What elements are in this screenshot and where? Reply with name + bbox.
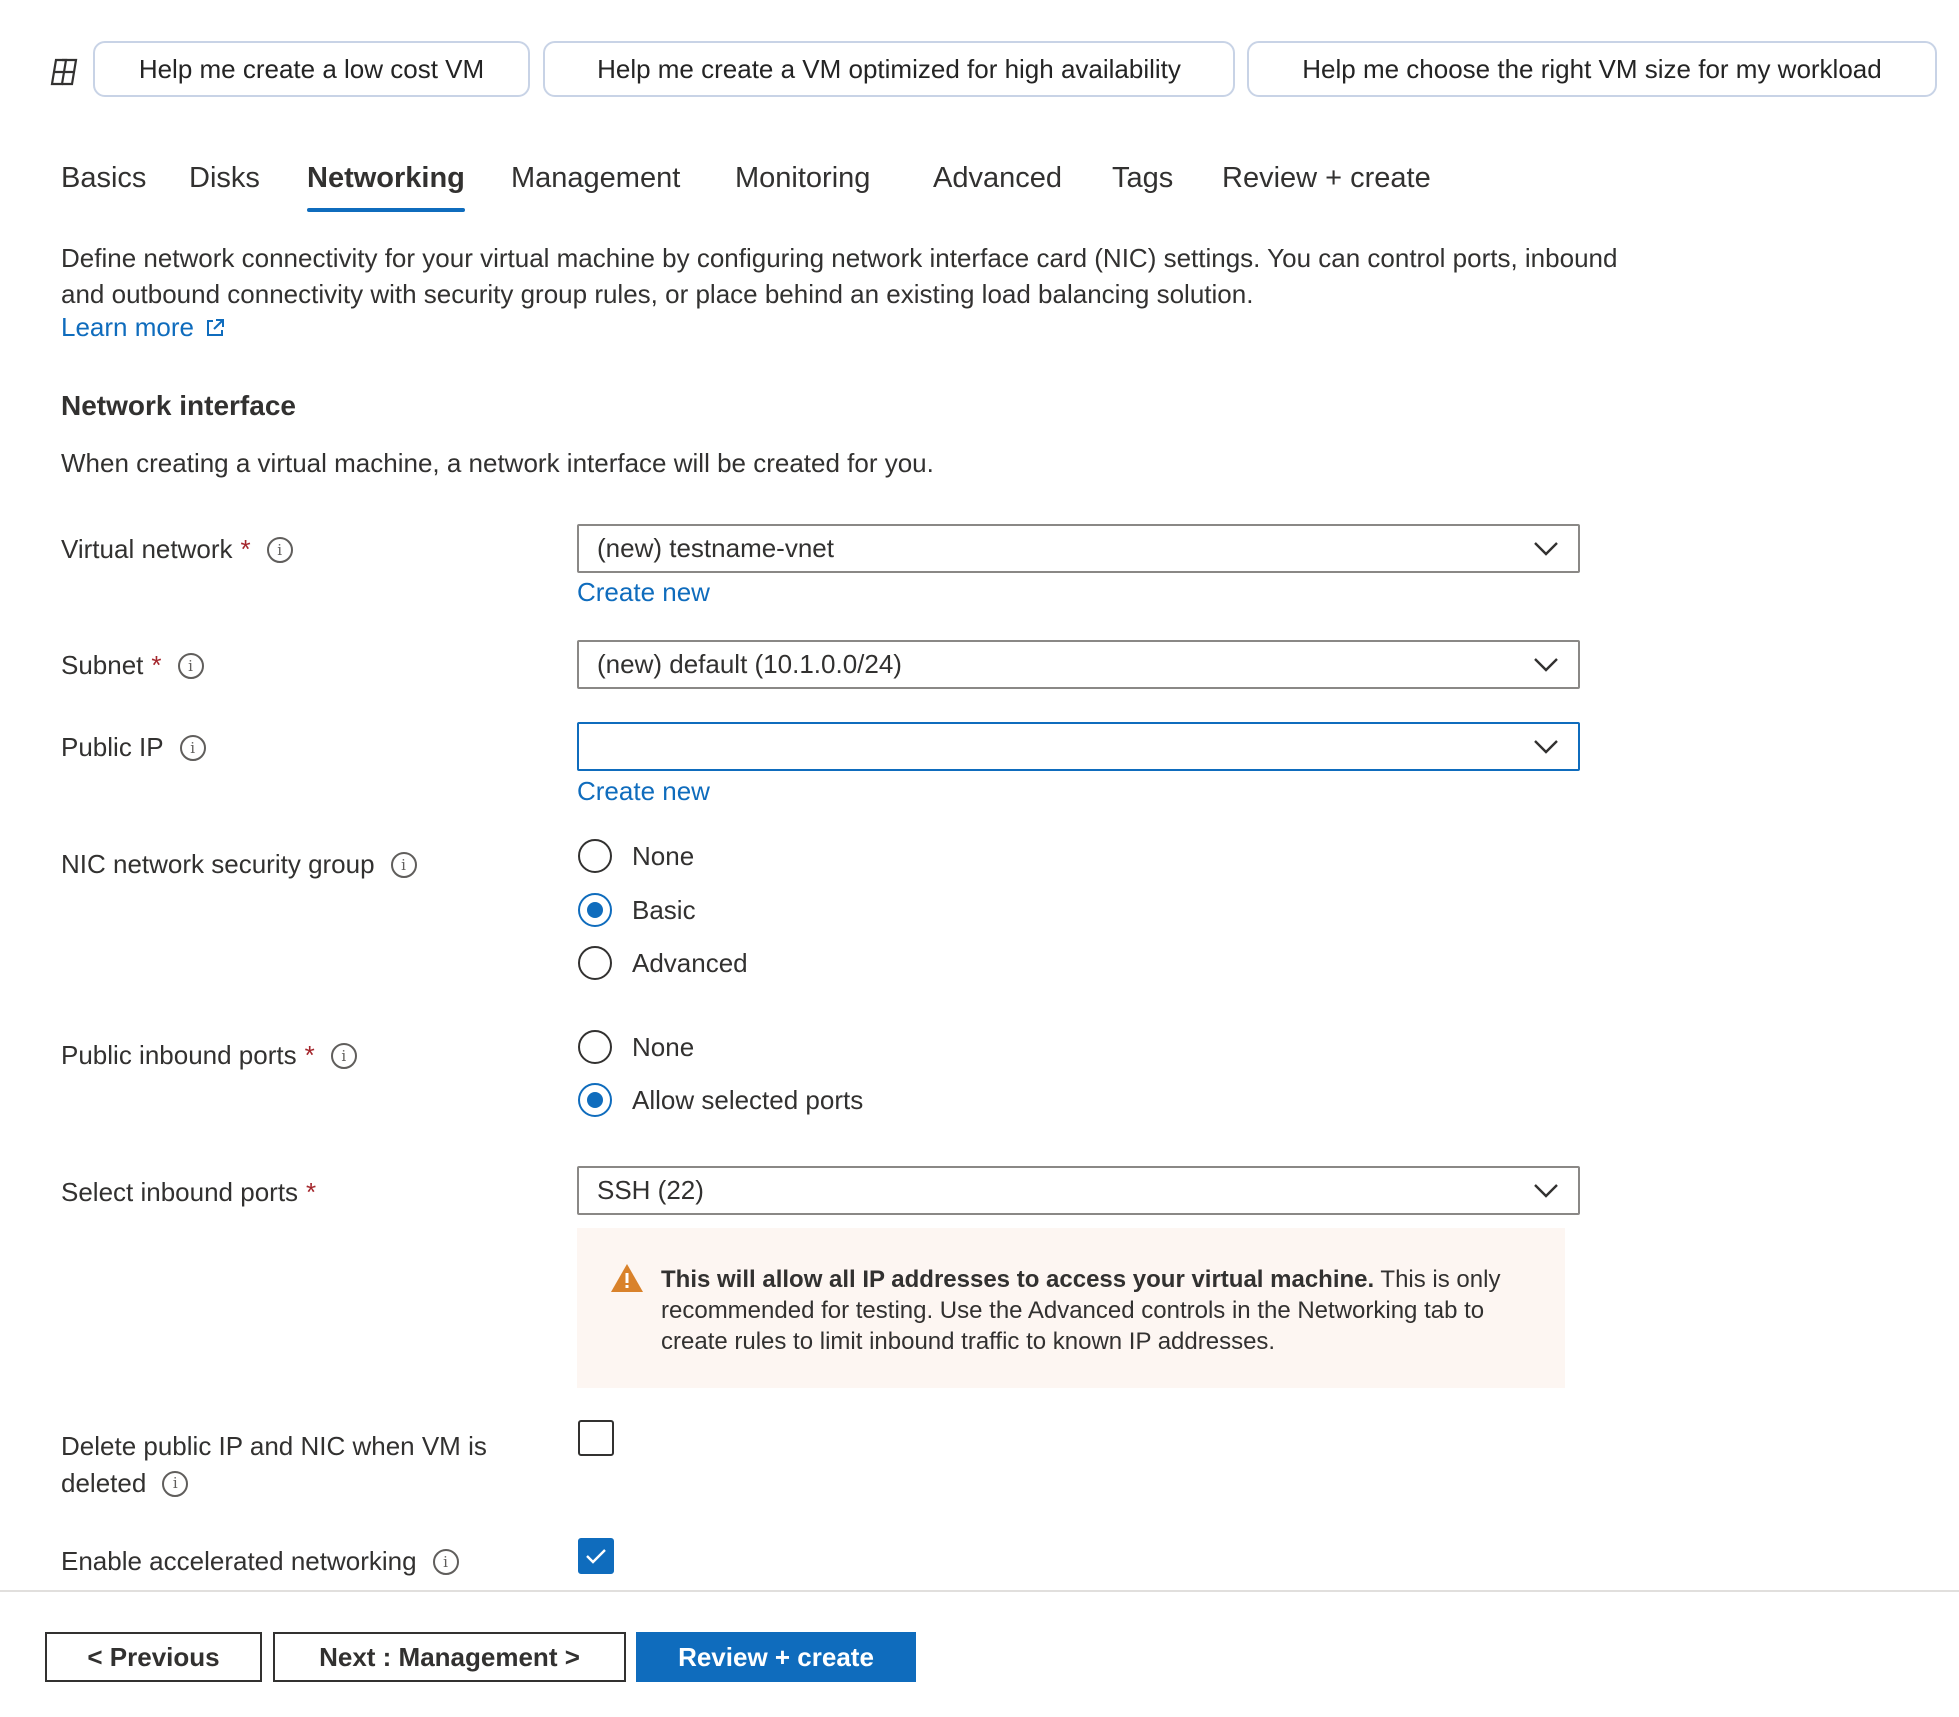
radio-circle[interactable] (578, 839, 612, 873)
tab-networking[interactable]: Networking (307, 154, 465, 212)
warning-icon (611, 1264, 643, 1292)
radio-label: Allow selected ports (632, 1084, 864, 1115)
warning-banner: This will allow all IP addresses to acce… (577, 1228, 1565, 1388)
virtual-network-label: Virtual network * i (61, 534, 293, 565)
chevron-down-icon (1534, 542, 1558, 556)
accelerated-networking-checkbox[interactable] (578, 1538, 614, 1574)
create-new-vnet-link[interactable]: Create new (577, 577, 710, 608)
nic-nsg-radio-none[interactable]: None (578, 839, 694, 873)
info-icon[interactable]: i (330, 1042, 357, 1069)
tab-basics[interactable]: Basics (61, 154, 146, 212)
radio-circle[interactable] (578, 1030, 612, 1064)
required-marker: * (151, 650, 162, 680)
select-inbound-ports-value: SSH (22) (597, 1175, 704, 1205)
tab-management[interactable]: Management (511, 154, 680, 212)
nic-nsg-label: NIC network security group i (61, 849, 417, 880)
delete-public-ip-checkbox[interactable] (578, 1420, 614, 1456)
public-inbound-ports-label-text: Public inbound ports (61, 1040, 297, 1070)
chevron-down-icon (1534, 658, 1558, 672)
checkmark-icon (586, 1549, 606, 1564)
radio-label: None (632, 840, 695, 871)
radio-circle[interactable] (578, 893, 612, 927)
learn-more-label: Learn more (61, 312, 194, 342)
tab-advanced[interactable]: Advanced (933, 154, 1062, 212)
delete-public-ip-label: Delete public IP and NIC when VM is dele… (61, 1428, 487, 1502)
delete-public-ip-label-line2: deleted (61, 1468, 147, 1498)
nic-nsg-radio-advanced[interactable]: Advanced (578, 946, 748, 980)
suggestion-vm-size[interactable]: Help me choose the right VM size for my … (1247, 41, 1937, 97)
create-new-public-ip-link[interactable]: Create new (577, 776, 710, 807)
radio-label: Basic (632, 894, 696, 925)
radio-label: None (632, 1031, 695, 1062)
public-ip-dropdown[interactable] (577, 722, 1580, 771)
radio-circle[interactable] (578, 946, 612, 980)
nic-nsg-label-text: NIC network security group (61, 849, 375, 879)
required-marker: * (240, 534, 251, 564)
info-icon[interactable]: i (162, 1470, 189, 1497)
section-subtext: When creating a virtual machine, a netwo… (61, 448, 934, 478)
learn-more-link[interactable]: Learn more (61, 312, 226, 343)
public-ip-label: Public IP i (61, 732, 206, 763)
inbound-ports-radio-allow-selected[interactable]: Allow selected ports (578, 1083, 863, 1117)
subnet-dropdown[interactable]: (new) default (10.1.0.0/24) (577, 640, 1580, 689)
accelerated-networking-label-text: Enable accelerated networking (61, 1546, 417, 1576)
public-ip-label-text: Public IP (61, 732, 164, 762)
tab-description: Define network connectivity for your vir… (61, 243, 1618, 309)
radio-label: Advanced (632, 947, 748, 978)
review-create-button[interactable]: Review + create (636, 1632, 916, 1682)
tab-review-create[interactable]: Review + create (1222, 154, 1431, 212)
accelerated-networking-label: Enable accelerated networking i (61, 1546, 459, 1577)
info-icon[interactable]: i (177, 652, 204, 679)
subnet-value: (new) default (10.1.0.0/24) (597, 649, 902, 679)
tab-tags[interactable]: Tags (1112, 154, 1173, 212)
footer-divider (0, 1590, 1959, 1592)
info-icon[interactable]: i (266, 536, 293, 563)
warning-bold-text: This will allow all IP addresses to acce… (661, 1266, 1375, 1293)
virtual-network-dropdown[interactable]: (new) testname-vnet (577, 524, 1580, 573)
tab-monitoring[interactable]: Monitoring (735, 154, 870, 212)
subnet-label-text: Subnet (61, 650, 144, 680)
virtual-network-value: (new) testname-vnet (597, 533, 834, 563)
section-heading: Network interface (61, 390, 296, 421)
copilot-icon (44, 52, 84, 92)
suggestion-high-availability[interactable]: Help me create a VM optimized for high a… (543, 41, 1235, 97)
chevron-down-icon (1534, 740, 1558, 754)
info-icon[interactable]: i (179, 734, 206, 761)
suggestion-low-cost-vm[interactable]: Help me create a low cost VM (93, 41, 530, 97)
info-icon[interactable]: i (390, 851, 417, 878)
required-marker: * (304, 1040, 315, 1070)
next-management-button[interactable]: Next : Management > (273, 1632, 626, 1682)
delete-public-ip-label-line1: Delete public IP and NIC when VM is (61, 1431, 487, 1461)
select-inbound-ports-label: Select inbound ports * (61, 1177, 316, 1208)
tab-disks[interactable]: Disks (189, 154, 260, 212)
nic-nsg-radio-basic[interactable]: Basic (578, 893, 696, 927)
public-inbound-ports-label: Public inbound ports * i (61, 1040, 357, 1071)
subnet-label: Subnet * i (61, 650, 204, 681)
select-inbound-ports-dropdown[interactable]: SSH (22) (577, 1166, 1580, 1215)
required-marker: * (306, 1177, 317, 1207)
chevron-down-icon (1534, 1184, 1558, 1198)
select-inbound-ports-label-text: Select inbound ports (61, 1177, 299, 1207)
external-link-icon (206, 318, 224, 336)
inbound-ports-radio-none[interactable]: None (578, 1030, 694, 1064)
virtual-network-label-text: Virtual network (61, 534, 233, 564)
radio-circle[interactable] (578, 1083, 612, 1117)
previous-button[interactable]: < Previous (45, 1632, 262, 1682)
info-icon[interactable]: i (432, 1548, 459, 1575)
